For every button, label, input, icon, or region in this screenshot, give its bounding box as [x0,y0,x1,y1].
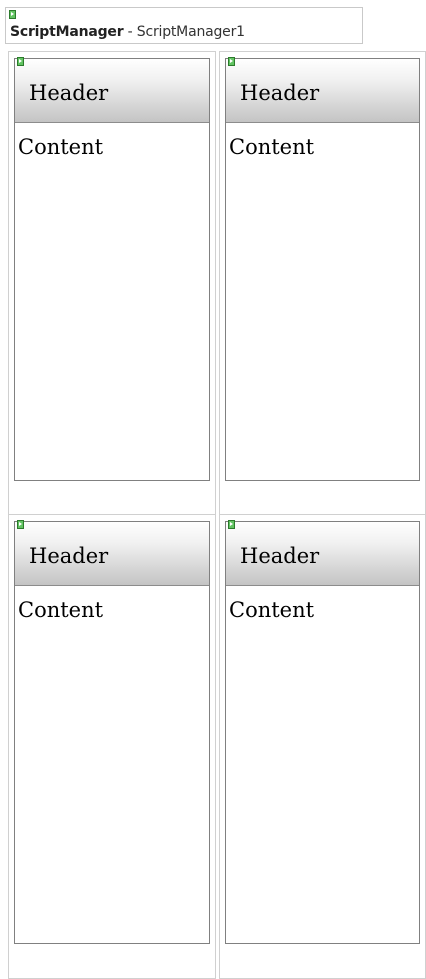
layout-cell-1: Header Content [8,51,216,516]
panel-header-label: Header [240,81,320,105]
collapsible-panel-4[interactable]: Header Content [225,520,420,944]
panel-content-text: Content [229,135,315,159]
layout-cell-4: Header Content [219,514,426,979]
smart-tag-icon[interactable] [9,10,16,19]
script-manager-label: ScriptManager - ScriptManager1 [10,24,245,40]
panel-content-text: Content [229,598,315,622]
panel-header-label: Header [29,544,109,568]
control-instance-id: ScriptManager1 [136,24,245,40]
collapsible-panel-2[interactable]: Header Content [225,57,420,481]
panel-header[interactable]: Header [226,59,419,123]
collapsible-panel-3[interactable]: Header Content [14,520,210,944]
layout-cell-3: Header Content [8,514,216,979]
panel-header[interactable]: Header [226,522,419,586]
script-manager-tag[interactable]: ScriptManager - ScriptManager1 [5,7,363,44]
layout-cell-2: Header Content [219,51,426,516]
panel-header[interactable]: Header [15,522,209,586]
collapsible-panel-1[interactable]: Header Content [14,57,210,481]
panel-content-text: Content [18,135,104,159]
smart-tag-icon[interactable] [17,520,24,529]
panel-header-label: Header [29,81,109,105]
smart-tag-icon[interactable] [228,520,235,529]
smart-tag-icon[interactable] [17,57,24,66]
smart-tag-icon[interactable] [228,57,235,66]
panel-content-text: Content [18,598,104,622]
panel-header-label: Header [240,544,320,568]
panel-header[interactable]: Header [15,59,209,123]
label-separator: - [123,24,137,40]
control-type-name: ScriptManager [10,24,124,40]
